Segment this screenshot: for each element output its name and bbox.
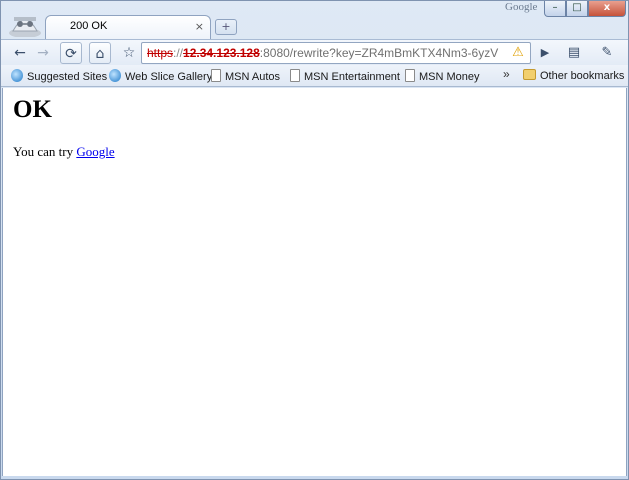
tab-title: 200 OK: [70, 20, 108, 32]
url-path: :8080/rewrite?key=ZR4mBmKTX4Nm3-6yzV: [259, 46, 499, 60]
minimize-button[interactable]: –: [544, 1, 566, 17]
toolbar: ← → ⟳ ⌂ ☆ https://12.34.123.128:8080/rew…: [1, 39, 628, 65]
browser-window: 200 OK × + Google – □ x ← → ⟳ ⌂ ☆ https:…: [0, 0, 629, 480]
title-bar: 200 OK × + Google – □ x: [1, 1, 628, 39]
forward-icon: →: [37, 45, 49, 61]
go-button[interactable]: ▶: [534, 42, 556, 64]
ie-icon: [11, 69, 23, 82]
maximize-button[interactable]: □: [566, 1, 588, 17]
warning-icon[interactable]: ⚠: [509, 44, 527, 62]
star-icon: ☆: [122, 45, 136, 61]
google-link[interactable]: Google: [76, 144, 114, 159]
address-bar[interactable]: https://12.34.123.128:8080/rewrite?key=Z…: [141, 42, 531, 64]
page-text-prefix: You can try: [13, 144, 77, 159]
bookmarks-overflow-icon[interactable]: »: [503, 67, 510, 81]
bookmark-suggested-sites[interactable]: Suggested Sites: [11, 69, 107, 83]
url-scheme: https: [147, 46, 174, 60]
page-icon: [211, 69, 221, 82]
page-menu-button[interactable]: ▤: [561, 42, 587, 64]
wrench-icon: ✎: [601, 45, 613, 60]
url-host: 12.34.123.128: [183, 46, 260, 60]
close-window-button[interactable]: x: [588, 1, 626, 17]
page-icon: [290, 69, 300, 82]
incognito-icon: [9, 17, 41, 37]
back-icon: ←: [14, 45, 26, 61]
bookmark-label: Suggested Sites: [27, 71, 108, 83]
bookmark-label: Web Slice Gallery: [125, 71, 213, 83]
folder-icon: [523, 69, 536, 80]
tools-menu-button[interactable]: ✎: [593, 42, 621, 64]
bookmark-label: Other bookmarks: [540, 70, 625, 82]
reload-button[interactable]: ⟳: [60, 42, 82, 64]
page-icon: ▤: [567, 45, 581, 60]
bookmark-msn-entertainment[interactable]: MSN Entertainment: [290, 69, 400, 83]
bookmark-label: MSN Money: [419, 71, 480, 83]
ie-icon: [109, 69, 121, 82]
play-icon: ▶: [540, 46, 550, 59]
other-bookmarks-folder[interactable]: Other bookmarks: [523, 69, 624, 82]
brand-label: Google: [505, 1, 538, 13]
bookmarks-bar: Suggested Sites Web Slice Gallery MSN Au…: [1, 65, 628, 87]
bookmark-msn-money[interactable]: MSN Money: [405, 69, 480, 83]
tab-200-ok[interactable]: 200 OK ×: [45, 15, 211, 39]
bookmark-star-button[interactable]: ☆: [118, 42, 140, 64]
close-tab-icon[interactable]: ×: [195, 20, 204, 33]
new-tab-button[interactable]: +: [215, 19, 237, 35]
back-button[interactable]: ←: [9, 42, 31, 64]
bookmark-web-slice-gallery[interactable]: Web Slice Gallery: [109, 69, 212, 83]
forward-button[interactable]: →: [32, 42, 54, 64]
bookmark-label: MSN Entertainment: [304, 71, 400, 83]
bookmark-msn-autos[interactable]: MSN Autos: [211, 69, 280, 83]
bookmark-label: MSN Autos: [225, 71, 281, 83]
page-text: You can try Google: [13, 144, 115, 160]
reload-icon: ⟳: [65, 46, 77, 62]
url-separator: ://: [173, 46, 184, 60]
page-icon: [405, 69, 415, 82]
page-heading: OK: [13, 96, 52, 123]
home-icon: ⌂: [95, 46, 105, 62]
home-button[interactable]: ⌂: [89, 42, 111, 64]
page-content: OK You can try Google: [2, 88, 627, 476]
